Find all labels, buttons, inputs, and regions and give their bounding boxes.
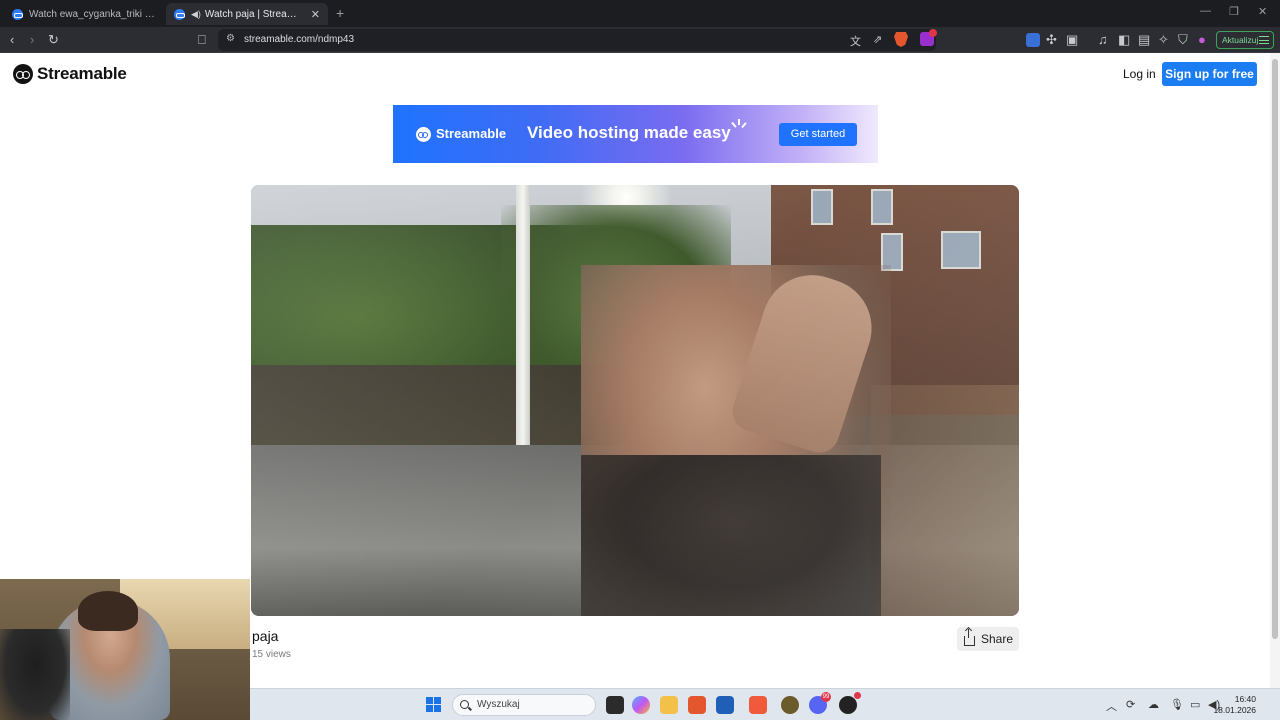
streamable-favicon-icon: [174, 8, 185, 20]
extension-icon[interactable]: [1026, 33, 1040, 47]
promo-banner[interactable]: Streamable Video hosting made easy Get s…: [393, 105, 878, 163]
brave-shields-icon[interactable]: [894, 32, 908, 47]
network-icon[interactable]: ▭: [1190, 698, 1200, 711]
address-bar[interactable]: ⚙ streamable.com/ndmp43 文 ⇗: [218, 29, 937, 51]
scrollbar-thumb[interactable]: [1272, 59, 1278, 639]
discord-badge: 99: [821, 692, 831, 702]
new-tab-button[interactable]: +: [336, 5, 344, 21]
close-tab-icon[interactable]: ✕: [311, 8, 320, 21]
store-icon[interactable]: [716, 696, 734, 714]
update-label: Aktualizuj: [1222, 35, 1259, 45]
sidebar-icon[interactable]: ◧: [1118, 32, 1130, 48]
browser-toolbar: ‹ › ↻ ⎕ ⚙ streamable.com/ndmp43 文 ⇗ ✣ ▣ …: [0, 27, 1280, 53]
notification-badge: [929, 29, 937, 37]
menu-icon: [1259, 36, 1269, 44]
view-count: 15 views: [252, 649, 291, 660]
media-icon[interactable]: ♫: [1098, 32, 1108, 48]
restore-icon[interactable]: ❐: [1229, 5, 1239, 18]
clock-time: 16:40: [1234, 694, 1256, 704]
rewards-icon[interactable]: [920, 29, 937, 46]
banner-tagline: Video hosting made easy: [527, 123, 731, 142]
taskbar-clock[interactable]: 16:40 18.01.2026: [1213, 694, 1256, 716]
share-page-icon[interactable]: ⇗: [873, 33, 882, 46]
tab-paja[interactable]: ◀) Watch paja | Streamable ✕: [166, 3, 328, 25]
tab-ewa-cyganka[interactable]: Watch ewa_cyganka_triki | Streamable: [4, 3, 164, 25]
microphone-arm: [0, 629, 70, 720]
windows-taskbar: Wyszukaj 99 ︿ ⟳ ☁ 🎙 ▭ ◀) 16:40 18.01.202…: [250, 688, 1280, 720]
back-icon[interactable]: ‹: [10, 32, 14, 48]
logo-text: Streamable: [37, 64, 127, 83]
screenshot-icon[interactable]: ▣: [1066, 32, 1078, 48]
page-scrollbar[interactable]: [1270, 53, 1280, 688]
puzzle-extensions-icon[interactable]: ✣: [1046, 32, 1057, 48]
vpn-shield-icon[interactable]: ⛉: [1178, 32, 1188, 48]
app-icon[interactable]: [839, 692, 861, 714]
windows-start-icon[interactable]: [426, 697, 441, 712]
tray-chevron-icon[interactable]: ︿: [1106, 698, 1117, 714]
video-player[interactable]: [251, 185, 1019, 616]
streamable-logo-icon: [416, 127, 431, 142]
file-explorer-icon[interactable]: [660, 696, 678, 714]
webcam-overlay: [0, 579, 250, 720]
streamable-favicon-icon: [12, 8, 23, 20]
cloud-icon[interactable]: ☁: [1148, 698, 1159, 711]
share-icon: [964, 629, 975, 646]
update-button[interactable]: Aktualizuj: [1216, 31, 1274, 49]
tab-title: Watch ewa_cyganka_triki | Streamable: [29, 8, 156, 20]
banner-brand: Streamable: [436, 126, 507, 141]
search-placeholder: Wyszukaj: [477, 699, 520, 710]
get-started-button[interactable]: Get started: [779, 123, 857, 146]
copilot-icon[interactable]: [632, 696, 650, 714]
share-label: Share: [981, 632, 1014, 646]
video-title: paja: [252, 628, 279, 644]
sync-icon[interactable]: ⟳: [1126, 698, 1135, 711]
share-button[interactable]: Share: [957, 627, 1019, 651]
brave-active-icon[interactable]: [749, 696, 767, 714]
league-icon[interactable]: [781, 696, 799, 714]
close-window-icon[interactable]: ✕: [1258, 5, 1267, 18]
video-frame-overlay: [251, 185, 1019, 616]
tab-title: Watch paja | Streamable: [204, 8, 305, 20]
search-icon: [460, 700, 469, 709]
login-link[interactable]: Log in: [1123, 67, 1156, 81]
sparkle-icon: [731, 119, 747, 129]
forward-icon[interactable]: ›: [30, 32, 34, 48]
reload-icon[interactable]: ↻: [48, 32, 59, 48]
bookmark-icon[interactable]: ⎕: [198, 32, 206, 48]
brave-browser-icon[interactable]: [688, 696, 706, 714]
streamable-logo-icon: [13, 64, 33, 84]
clock-date: 18.01.2026: [1213, 705, 1256, 715]
minimize-icon[interactable]: —: [1200, 5, 1211, 17]
signup-button[interactable]: Sign up for free: [1162, 62, 1257, 86]
taskbar-search[interactable]: Wyszukaj: [452, 694, 596, 716]
url-text: streamable.com/ndmp43: [244, 34, 355, 45]
profile-icon[interactable]: ●: [1198, 32, 1206, 48]
speaker-icon[interactable]: ◀): [191, 9, 201, 20]
discord-icon[interactable]: 99: [809, 692, 831, 714]
streamable-logo[interactable]: Streamable: [13, 64, 127, 84]
mic-icon[interactable]: 🎙: [1170, 698, 1184, 711]
wallet-icon[interactable]: ▤: [1138, 32, 1150, 48]
notification-dot: [854, 692, 861, 699]
translate-icon[interactable]: 文: [850, 33, 861, 49]
site-info-icon[interactable]: ⚙: [226, 33, 235, 44]
task-view-icon[interactable]: [606, 696, 624, 714]
leo-ai-icon[interactable]: ✧: [1158, 32, 1169, 48]
webcam-person-hair: [78, 591, 138, 631]
browser-tab-bar: Watch ewa_cyganka_triki | Streamable ◀) …: [0, 0, 1280, 27]
